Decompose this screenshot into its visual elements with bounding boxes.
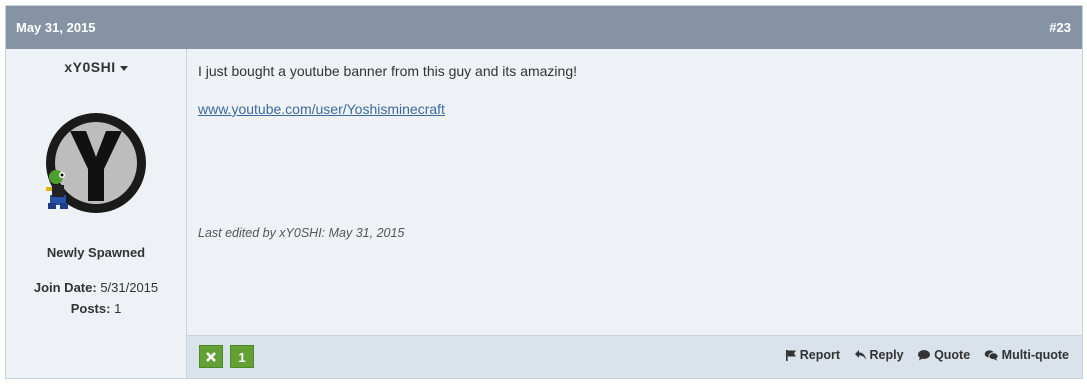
multi-quote-button[interactable]: Multi-quote [984, 348, 1069, 362]
user-rank: Newly Spawned [46, 245, 146, 260]
forum-post: May 31, 2015 #23 xY0SHI Newly Spawned Jo… [5, 5, 1083, 379]
user-info-panel: xY0SHI Newly Spawned Join Date: 5/31/201… [6, 49, 187, 378]
vote-count-badge[interactable]: 1 [230, 345, 254, 368]
post-number-link[interactable]: #23 [1049, 20, 1071, 35]
post-content: I just bought a youtube banner from this… [187, 49, 1082, 336]
vote-button[interactable] [199, 345, 223, 368]
reply-label[interactable]: Reply [870, 348, 904, 362]
post-date: May 31, 2015 [16, 20, 96, 35]
reply-button[interactable]: Reply [854, 348, 904, 362]
flag-icon [785, 350, 796, 361]
last-edited-note: Last edited by xY0SHI: May 31, 2015 [198, 226, 405, 240]
close-x-icon[interactable] [205, 351, 217, 363]
posts-label: Posts: [70, 301, 111, 316]
report-label[interactable]: Report [800, 348, 840, 362]
username-menu[interactable]: xY0SHI [6, 59, 186, 75]
message-text: I just bought a youtube banner from this… [198, 63, 578, 79]
comments-icon [984, 350, 999, 361]
username[interactable]: xY0SHI [64, 59, 115, 75]
speech-bubble-icon [918, 350, 931, 361]
user-stats: Join Date: 5/31/2015 Posts: 1 [6, 277, 186, 319]
post-actions: Report Reply Quote Multi-quote [775, 348, 1069, 364]
reply-icon [854, 350, 866, 360]
join-date-label: Join Date: [33, 280, 97, 295]
posts-value: 1 [114, 301, 122, 316]
post-footer: 1 Report Reply Quote Multi-quote [187, 335, 1082, 378]
post-header: May 31, 2015 #23 [6, 6, 1082, 49]
youtube-link[interactable]: www.youtube.com/user/Yoshisminecraft [198, 101, 445, 117]
report-button[interactable]: Report [785, 348, 840, 362]
join-date-value: 5/31/2015 [100, 280, 159, 295]
avatar[interactable] [42, 109, 150, 217]
chevron-down-icon[interactable] [119, 65, 128, 71]
multi-quote-label[interactable]: Multi-quote [1002, 348, 1069, 362]
quote-button[interactable]: Quote [917, 348, 970, 362]
join-date-row: Join Date: 5/31/2015 [6, 277, 186, 298]
posts-row: Posts: 1 [6, 298, 186, 319]
quote-label[interactable]: Quote [934, 348, 970, 362]
